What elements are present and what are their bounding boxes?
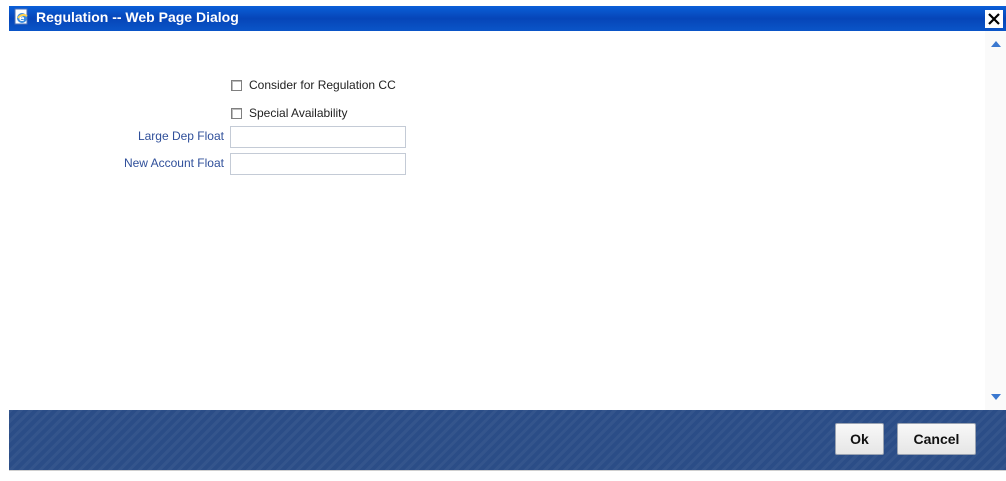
new-account-float-label: New Account Float — [123, 156, 224, 170]
new-account-float-input[interactable] — [230, 153, 406, 175]
close-icon — [985, 10, 1003, 32]
special-availability-checkbox[interactable] — [231, 107, 242, 119]
large-dep-float-input[interactable] — [230, 126, 406, 148]
scroll-down-icon[interactable] — [989, 390, 1003, 404]
dialog-content: Consider for Regulation CC Special Avail… — [9, 31, 985, 410]
window-left-border — [0, 0, 9, 481]
special-availability-row: Special Availability — [231, 106, 348, 120]
dialog-footer: Ok Cancel — [9, 410, 1006, 470]
window-title: Regulation -- Web Page Dialog — [36, 9, 239, 25]
consider-regulation-cc-row: Consider for Regulation CC — [231, 78, 396, 92]
dialog-window: e Regulation -- Web Page Dialog Consider… — [0, 0, 1006, 481]
large-dep-float-label: Large Dep Float — [137, 129, 224, 143]
ok-button[interactable]: Ok — [835, 423, 884, 455]
consider-regulation-cc-checkbox[interactable] — [231, 79, 242, 91]
cancel-button[interactable]: Cancel — [897, 423, 976, 455]
close-button[interactable] — [985, 10, 1003, 28]
scroll-up-icon[interactable] — [989, 37, 1003, 51]
status-strip — [9, 470, 1006, 481]
ie-page-icon: e — [13, 8, 31, 26]
consider-regulation-cc-label: Consider for Regulation CC — [249, 78, 396, 92]
vertical-scrollbar[interactable] — [985, 31, 1006, 410]
svg-text:e: e — [19, 14, 25, 23]
special-availability-label: Special Availability — [249, 106, 348, 120]
